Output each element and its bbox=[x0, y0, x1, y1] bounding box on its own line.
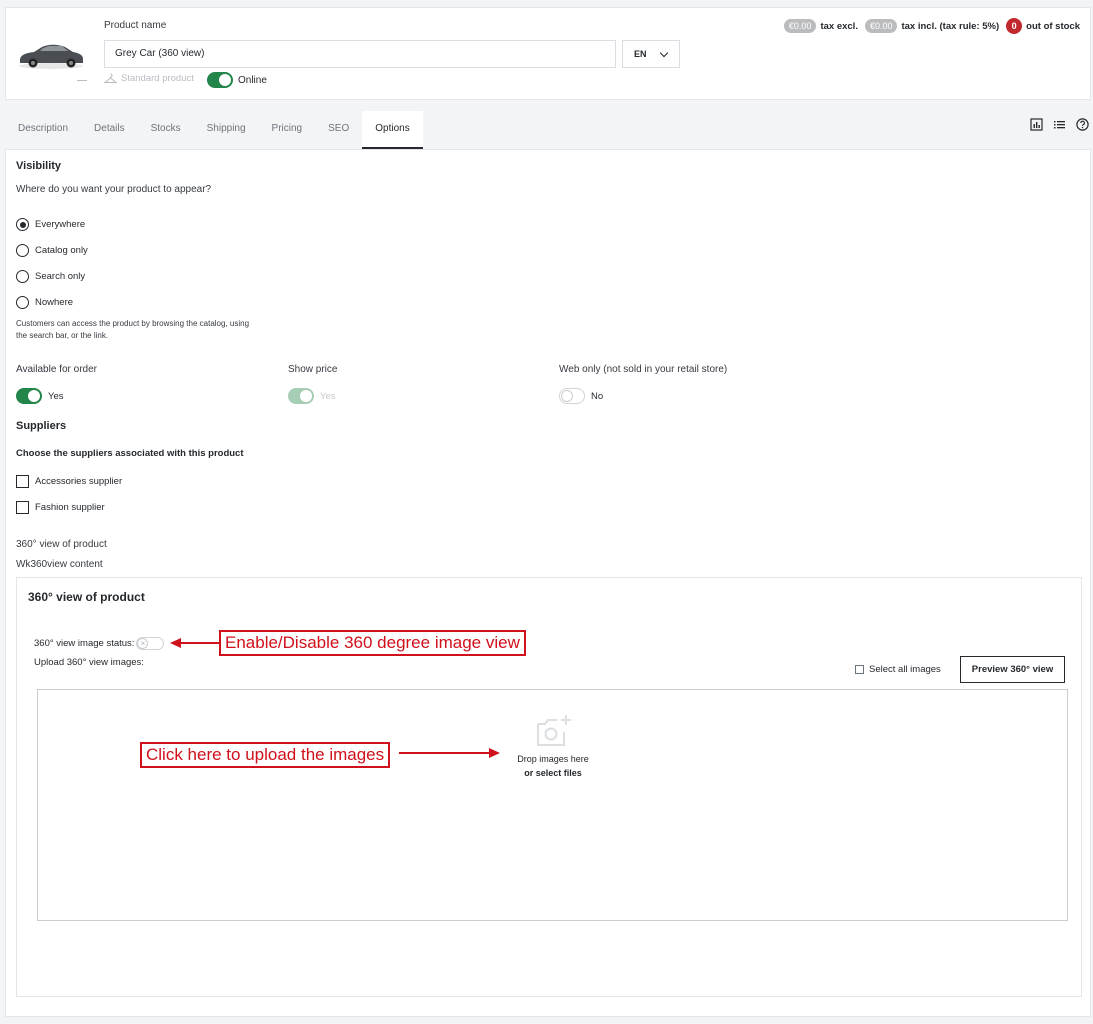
radio-button[interactable] bbox=[16, 296, 29, 309]
product-type-label: Standard product bbox=[121, 73, 194, 84]
view360-status-label: 360° view image status: bbox=[34, 638, 135, 649]
select-files-link[interactable]: or select files bbox=[508, 768, 598, 778]
view360-status-row: 360° view image status: × bbox=[34, 637, 165, 650]
select-all-label: Select all images bbox=[869, 664, 941, 675]
radio-label: Catalog only bbox=[35, 245, 88, 256]
visibility-question: Where do you want your product to appear… bbox=[16, 184, 212, 195]
tab-details[interactable]: Details bbox=[81, 111, 138, 149]
supplier-accessories[interactable]: Accessories supplier bbox=[16, 475, 122, 488]
visibility-help-text: Customers can access the product by brow… bbox=[16, 319, 250, 340]
drop-images-text: Drop images here bbox=[517, 754, 589, 764]
view360-upload-label: Upload 360° view images: bbox=[34, 657, 144, 668]
product-type[interactable]: Standard product bbox=[104, 73, 194, 84]
view360-card-title: 360° view of product bbox=[28, 590, 145, 604]
supplier-label: Fashion supplier bbox=[35, 502, 105, 513]
suppliers-title: Suppliers bbox=[16, 420, 67, 432]
tab-pricing[interactable]: Pricing bbox=[259, 111, 316, 149]
view360-card: 360° view of product 360° view image sta… bbox=[16, 577, 1082, 997]
radio-search-only[interactable]: Search only bbox=[16, 270, 85, 283]
product-name-label: Product name bbox=[104, 20, 167, 31]
view360-status-toggle[interactable]: × bbox=[136, 637, 165, 650]
web-only-label: Web only (not sold in your retail store) bbox=[559, 364, 728, 375]
product-header: Product name Grey Car (360 view) EN Stan… bbox=[5, 7, 1091, 100]
annotation-click-upload: Click here to upload the images bbox=[140, 742, 391, 768]
list-icon[interactable] bbox=[1053, 118, 1066, 131]
radio-label: Search only bbox=[35, 271, 86, 282]
show-price-value: Yes bbox=[320, 390, 336, 402]
select-all-images[interactable]: Select all images bbox=[855, 664, 941, 675]
suppliers-subtitle: Choose the suppliers associated with thi… bbox=[16, 448, 244, 459]
price-incl-badge: €0.00 bbox=[864, 19, 898, 33]
tab-options[interactable]: Options bbox=[362, 111, 423, 149]
chevron-down-icon bbox=[659, 48, 669, 58]
tab-seo[interactable]: SEO bbox=[315, 111, 362, 149]
preview-360-button[interactable]: Preview 360° view bbox=[960, 656, 1065, 683]
product-name-input[interactable]: Grey Car (360 view) bbox=[104, 40, 616, 68]
stock-label: out of stock bbox=[1026, 20, 1080, 32]
radio-label: Everywhere bbox=[35, 219, 86, 230]
close-icon: × bbox=[137, 638, 149, 649]
checkbox[interactable] bbox=[16, 501, 29, 514]
stock-count-badge: 0 bbox=[1006, 18, 1023, 34]
available-toggle[interactable] bbox=[16, 388, 42, 404]
web-only-toggle[interactable] bbox=[559, 388, 585, 404]
options-panel: Visibility Where do you want your produc… bbox=[5, 149, 1091, 1017]
product-thumbnail[interactable] bbox=[16, 38, 86, 72]
tab-stocks[interactable]: Stocks bbox=[138, 111, 194, 149]
radio-button[interactable] bbox=[16, 270, 29, 283]
image-dropzone[interactable]: Drop images here or select files bbox=[37, 689, 1068, 921]
tab-description[interactable]: Description bbox=[5, 111, 81, 149]
thumbnail-divider bbox=[77, 80, 87, 81]
product-tabs: Description Details Stocks Shipping Pric… bbox=[5, 111, 423, 149]
view360-content-label: Wk360view content bbox=[16, 559, 103, 570]
language-value: EN bbox=[634, 49, 647, 59]
supplier-fashion[interactable]: Fashion supplier bbox=[16, 501, 105, 514]
select-all-checkbox[interactable] bbox=[855, 665, 864, 674]
show-price-label: Show price bbox=[288, 364, 338, 375]
online-label: Online bbox=[238, 74, 267, 86]
radio-catalog-only[interactable]: Catalog only bbox=[16, 244, 88, 257]
web-only-switch[interactable]: No bbox=[559, 388, 603, 404]
available-value: Yes bbox=[48, 390, 64, 402]
visibility-title: Visibility bbox=[16, 160, 62, 172]
radio-everywhere[interactable]: Everywhere bbox=[16, 218, 85, 231]
hanger-icon bbox=[104, 73, 117, 83]
view360-section-label: 360° view of product bbox=[16, 539, 107, 550]
help-icon[interactable] bbox=[1076, 118, 1089, 131]
available-for-order-label: Available for order bbox=[16, 364, 97, 375]
online-switch[interactable]: Online bbox=[207, 72, 267, 88]
radio-button[interactable] bbox=[16, 218, 29, 231]
checkbox[interactable] bbox=[16, 475, 29, 488]
radio-nowhere[interactable]: Nowhere bbox=[16, 296, 73, 309]
language-select[interactable]: EN bbox=[622, 40, 680, 68]
add-photo-icon bbox=[537, 715, 571, 746]
online-toggle[interactable] bbox=[207, 72, 233, 88]
toolbar bbox=[1030, 118, 1089, 131]
radio-label: Nowhere bbox=[35, 297, 74, 308]
web-only-value: No bbox=[591, 390, 604, 402]
tab-shipping[interactable]: Shipping bbox=[194, 111, 259, 149]
stats-icon[interactable] bbox=[1030, 118, 1043, 131]
show-price-switch: Yes bbox=[288, 388, 336, 404]
annotation-enable-disable: Enable/Disable 360 degree image view bbox=[219, 630, 526, 656]
radio-button[interactable] bbox=[16, 244, 29, 257]
supplier-label: Accessories supplier bbox=[35, 476, 123, 487]
show-price-toggle bbox=[288, 388, 314, 404]
price-stock-summary: €0.00 tax excl. €0.00 tax incl. (tax rul… bbox=[783, 18, 1080, 34]
available-for-order-switch[interactable]: Yes bbox=[16, 388, 64, 404]
price-excl-label: tax excl. bbox=[820, 20, 858, 32]
price-incl-label: tax incl. (tax rule: 5%) bbox=[901, 20, 1000, 32]
price-excl-badge: €0.00 bbox=[783, 19, 817, 33]
